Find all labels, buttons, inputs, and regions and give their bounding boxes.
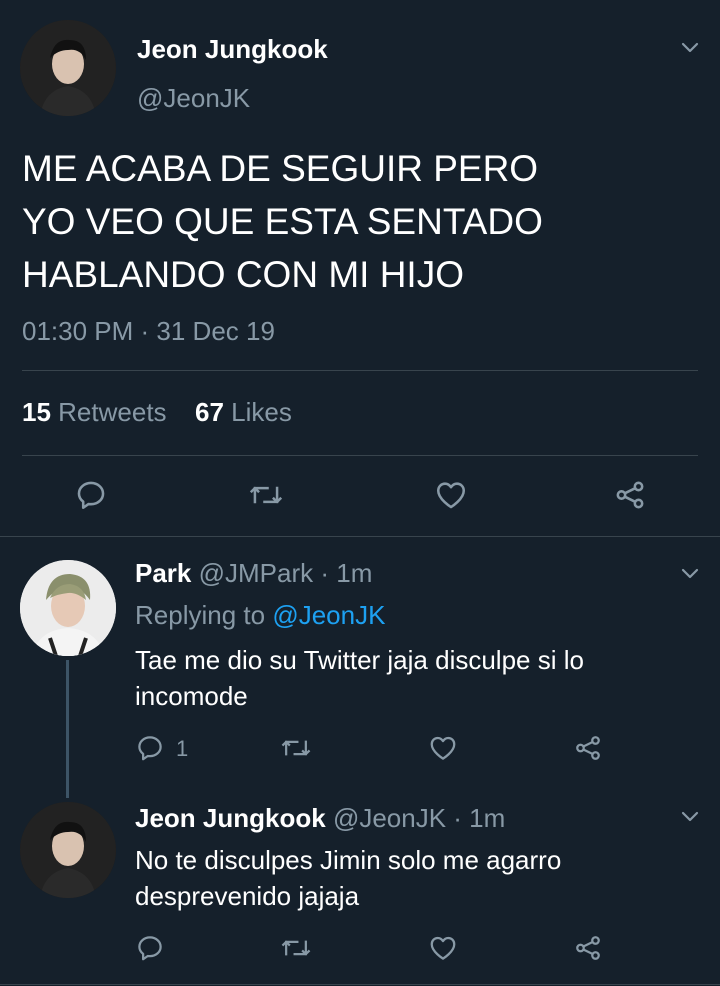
retweet-icon[interactable] <box>280 933 312 963</box>
heart-icon[interactable] <box>427 933 459 963</box>
reply-text-line: Tae me dio su Twitter jaja disculpe si l… <box>135 645 584 675</box>
likes-label[interactable]: Likes <box>231 397 292 427</box>
replying-to-label: Replying to <box>135 600 266 630</box>
reply-icon[interactable] <box>135 933 165 963</box>
reply-text: No te disculpes Jimin solo me agarro des… <box>135 842 561 914</box>
chevron-down-icon[interactable] <box>680 807 700 827</box>
reply-time[interactable]: · 1m <box>320 558 372 588</box>
share-icon[interactable] <box>612 478 648 512</box>
tweet-text-line: HABLANDO CON MI HIJO <box>22 254 464 295</box>
divider <box>22 370 698 371</box>
chevron-down-icon[interactable] <box>680 564 700 584</box>
tweet-text-line: ME ACABA DE SEGUIR PERO <box>22 148 539 189</box>
share-icon[interactable] <box>572 933 604 963</box>
replying-to: Replying to @JeonJK <box>135 600 385 631</box>
retweets-label[interactable]: Retweets <box>58 397 166 427</box>
tweet-timestamp[interactable]: 01:30 PM · 31 Dec 19 <box>22 316 275 347</box>
reply-text: Tae me dio su Twitter jaja disculpe si l… <box>135 642 584 714</box>
tweet-text: ME ACABA DE SEGUIR PERO YO VEO QUE ESTA … <box>22 142 543 301</box>
author-avatar[interactable] <box>20 20 116 116</box>
reply-author-name[interactable]: Jeon Jungkook <box>135 803 326 833</box>
chevron-down-icon[interactable] <box>680 38 700 58</box>
replying-to-handle[interactable]: @JeonJK <box>272 600 385 630</box>
reply-header: Jeon Jungkook @JeonJK · 1m <box>135 803 505 834</box>
reply-author-name[interactable]: Park <box>135 558 191 588</box>
reply-text-line: incomode <box>135 681 248 711</box>
author-handle[interactable]: @JeonJK <box>137 83 250 114</box>
reply-header: Park @JMPark · 1m <box>135 558 372 589</box>
tweet-text-line: YO VEO QUE ESTA SENTADO <box>22 201 543 242</box>
thread-line <box>66 660 69 798</box>
tweet-stats: 15 Retweets 67 Likes <box>22 397 292 428</box>
reply-avatar[interactable] <box>20 560 116 656</box>
heart-icon[interactable] <box>427 733 459 763</box>
heart-icon[interactable] <box>433 478 469 512</box>
share-icon[interactable] <box>572 733 604 763</box>
author-name[interactable]: Jeon Jungkook <box>137 34 328 65</box>
divider <box>0 984 720 985</box>
reply-text-line: desprevenido jajaja <box>135 881 360 911</box>
reply-author-handle[interactable]: @JeonJK <box>333 803 446 833</box>
reply-author-handle[interactable]: @JMPark <box>199 558 314 588</box>
reply-time[interactable]: · 1m <box>453 803 505 833</box>
divider <box>0 536 720 537</box>
reply-avatar[interactable] <box>20 802 116 898</box>
divider <box>22 455 698 456</box>
reply-count: 1 <box>176 736 189 761</box>
retweet-icon[interactable] <box>248 478 284 512</box>
retweet-icon[interactable] <box>280 733 312 763</box>
reply-icon[interactable] <box>135 733 165 763</box>
reply-text-line: No te disculpes Jimin solo me agarro <box>135 845 562 875</box>
likes-count[interactable]: 67 <box>195 397 224 427</box>
retweets-count[interactable]: 15 <box>22 397 51 427</box>
reply-icon[interactable] <box>74 478 108 512</box>
